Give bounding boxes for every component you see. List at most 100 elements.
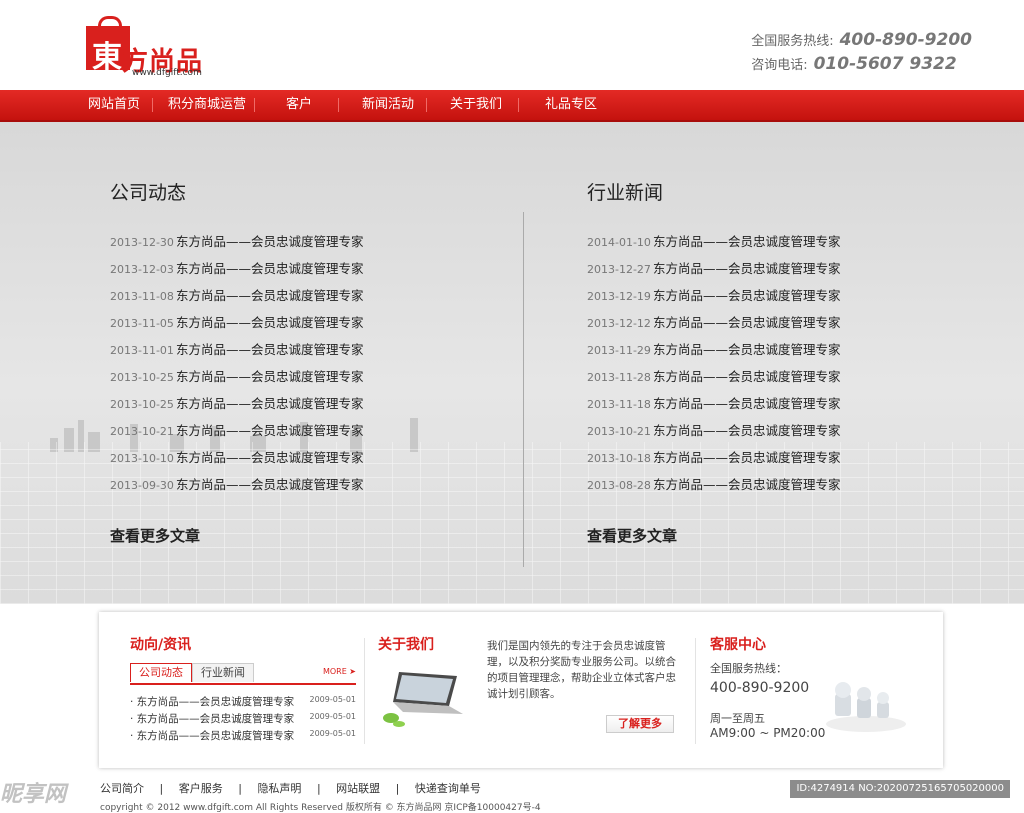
- laptop-icon: [383, 672, 463, 727]
- news-row[interactable]: 2013-11-05 东方尚品——会员忠诚度管理专家: [110, 315, 364, 342]
- footer-link-about[interactable]: 公司简介: [100, 782, 144, 795]
- mini-news-title[interactable]: · 东方尚品——会员忠诚度管理专家: [130, 713, 294, 725]
- service-figures-icon: [826, 682, 906, 732]
- company-more-link[interactable]: 查看更多文章: [110, 525, 200, 546]
- list-item[interactable]: · 东方尚品——会员忠诚度管理专家 2009-05-01: [130, 694, 356, 711]
- nav-item-clients[interactable]: 客户: [286, 90, 312, 120]
- news-row[interactable]: 2013-12-12 东方尚品——会员忠诚度管理专家: [587, 315, 841, 342]
- news-row[interactable]: 2013-08-28 东方尚品——会员忠诚度管理专家: [587, 477, 841, 504]
- news-row[interactable]: 2013-11-29 东方尚品——会员忠诚度管理专家: [587, 342, 841, 369]
- footer-separator: |: [238, 782, 242, 795]
- news-title[interactable]: 东方尚品——会员忠诚度管理专家: [653, 234, 841, 249]
- mini-news-title[interactable]: · 东方尚品——会员忠诚度管理专家: [130, 696, 294, 708]
- footer-separator: |: [159, 782, 164, 795]
- learn-more-button[interactable]: 了解更多: [606, 715, 674, 733]
- news-title[interactable]: 东方尚品——会员忠诚度管理专家: [176, 261, 364, 276]
- news-title[interactable]: 东方尚品——会员忠诚度管理专家: [176, 234, 364, 249]
- news-date: 2013-11-18: [587, 398, 651, 411]
- consult-number: 010-5607 9322: [813, 54, 957, 74]
- news-title[interactable]: 东方尚品——会员忠诚度管理专家: [176, 288, 364, 303]
- nav-item-about[interactable]: 关于我们: [450, 90, 502, 120]
- logo[interactable]: 東 方尚品 www.dfgift.com: [84, 16, 214, 80]
- news-title[interactable]: 东方尚品——会员忠诚度管理专家: [653, 450, 841, 465]
- news-row[interactable]: 2013-10-21 东方尚品——会员忠诚度管理专家: [587, 423, 841, 450]
- news-date: 2013-08-28: [587, 479, 651, 492]
- info-panel: 动向/资讯 公司动态 行业新闻 MORE ➤ · 东方尚品——会员忠诚度管理专家…: [99, 612, 943, 768]
- news-row[interactable]: 2013-11-01 东方尚品——会员忠诚度管理专家: [110, 342, 364, 369]
- news-date: 2013-12-12: [587, 317, 651, 330]
- news-title[interactable]: 东方尚品——会员忠诚度管理专家: [653, 288, 841, 303]
- news-title[interactable]: 东方尚品——会员忠诚度管理专家: [653, 261, 841, 276]
- list-item[interactable]: · 东方尚品——会员忠诚度管理专家 2009-05-01: [130, 728, 356, 745]
- news-row[interactable]: 2013-12-19 东方尚品——会员忠诚度管理专家: [587, 288, 841, 315]
- news-row[interactable]: 2013-12-03 东方尚品——会员忠诚度管理专家: [110, 261, 364, 288]
- nav-item-home[interactable]: 网站首页: [88, 90, 140, 120]
- news-title[interactable]: 东方尚品——会员忠诚度管理专家: [176, 369, 364, 384]
- news-panel-title: 动向/资讯: [130, 637, 192, 653]
- news-title[interactable]: 东方尚品——会员忠诚度管理专家: [653, 396, 841, 411]
- footer-links: 公司简介 | 客户服务 | 隐私声明 | 网站联盟 | 快递查询单号: [100, 780, 493, 796]
- watermark-id: ID:4274914 NO:20200725165705020000: [790, 780, 1010, 798]
- mini-news-title[interactable]: · 东方尚品——会员忠诚度管理专家: [130, 730, 294, 742]
- news-date: 2013-10-21: [587, 425, 651, 438]
- nav-item-points-mall[interactable]: 积分商城运营: [168, 90, 246, 120]
- news-row[interactable]: 2013-10-25 东方尚品——会员忠诚度管理专家: [110, 396, 364, 423]
- news-title[interactable]: 东方尚品——会员忠诚度管理专家: [653, 423, 841, 438]
- nav-separator: [254, 98, 255, 112]
- news-row[interactable]: 2013-11-18 东方尚品——会员忠诚度管理专家: [587, 396, 841, 423]
- news-date: 2013-12-03: [110, 263, 174, 276]
- consult-label: 咨询电话:: [751, 58, 808, 73]
- tab-industry-news[interactable]: 行业新闻: [192, 663, 254, 682]
- news-row[interactable]: 2013-10-21 东方尚品——会员忠诚度管理专家: [110, 423, 364, 450]
- news-row[interactable]: 2013-10-25 东方尚品——会员忠诚度管理专家: [110, 369, 364, 396]
- copyright: copyright © 2012 www.dfgift.com All Righ…: [100, 803, 541, 813]
- news-title[interactable]: 东方尚品——会员忠诚度管理专家: [653, 477, 841, 492]
- nav-separator: [152, 98, 153, 112]
- company-news-list: 2013-12-30 东方尚品——会员忠诚度管理专家 2013-12-03 东方尚品…: [110, 234, 364, 504]
- news-date: 2013-09-30: [110, 479, 174, 492]
- header: 東 方尚品 www.dfgift.com 全国服务热线: 400-890-9200…: [0, 0, 1024, 90]
- hotline-number: 400-890-9200: [839, 30, 972, 50]
- list-item[interactable]: · 东方尚品——会员忠诚度管理专家 2009-05-01: [130, 711, 356, 728]
- news-title[interactable]: 东方尚品——会员忠诚度管理专家: [176, 315, 364, 330]
- cs-hotline-number: 400-890-9200: [710, 680, 810, 696]
- news-date: 2013-12-30: [110, 236, 174, 249]
- tab-company-news[interactable]: 公司动态: [130, 663, 192, 682]
- nav-item-news[interactable]: 新闻活动: [362, 90, 414, 120]
- news-title[interactable]: 东方尚品——会员忠诚度管理专家: [176, 423, 364, 438]
- news-title[interactable]: 东方尚品——会员忠诚度管理专家: [176, 396, 364, 411]
- news-row[interactable]: 2014-01-10 东方尚品——会员忠诚度管理专家: [587, 234, 841, 261]
- news-row[interactable]: 2013-11-28 东方尚品——会员忠诚度管理专家: [587, 369, 841, 396]
- news-row[interactable]: 2013-10-10 东方尚品——会员忠诚度管理专家: [110, 450, 364, 477]
- cs-hotline-label: 全国服务热线：: [710, 662, 787, 675]
- news-date: 2013-10-25: [110, 398, 174, 411]
- news-date: 2013-10-21: [110, 425, 174, 438]
- news-row[interactable]: 2013-10-18 东方尚品——会员忠诚度管理专家: [587, 450, 841, 477]
- news-row[interactable]: 2013-09-30 东方尚品——会员忠诚度管理专家: [110, 477, 364, 504]
- news-title[interactable]: 东方尚品——会员忠诚度管理专家: [176, 342, 364, 357]
- news-title[interactable]: 东方尚品——会员忠诚度管理专家: [653, 315, 841, 330]
- news-title[interactable]: 东方尚品——会员忠诚度管理专家: [653, 369, 841, 384]
- news-date: 2013-11-28: [587, 371, 651, 384]
- industry-more-link[interactable]: 查看更多文章: [587, 525, 677, 546]
- nav-item-gifts[interactable]: 礼品专区: [545, 90, 597, 120]
- column-divider: [523, 212, 524, 567]
- news-date: 2013-11-08: [110, 290, 174, 303]
- news-title[interactable]: 东方尚品——会员忠诚度管理专家: [176, 450, 364, 465]
- footer-separator: |: [395, 782, 400, 795]
- news-title[interactable]: 东方尚品——会员忠诚度管理专家: [653, 342, 841, 357]
- news-row[interactable]: 2013-12-27 东方尚品——会员忠诚度管理专家: [587, 261, 841, 288]
- watermark-logo: 昵享网: [0, 782, 67, 807]
- footer-link-affiliate[interactable]: 网站联盟: [336, 782, 380, 795]
- main-nav: 网站首页 积分商城运营 客户 新闻活动 关于我们 礼品专区: [0, 90, 1024, 122]
- footer-link-tracking[interactable]: 快递查询单号: [415, 782, 481, 795]
- more-button[interactable]: MORE ➤: [323, 667, 356, 676]
- footer-link-service[interactable]: 客户服务: [179, 782, 223, 795]
- news-date: 2013-10-25: [110, 371, 174, 384]
- footer-link-privacy[interactable]: 隐私声明: [257, 782, 301, 795]
- news-row[interactable]: 2013-12-30 东方尚品——会员忠诚度管理专家: [110, 234, 364, 261]
- news-title[interactable]: 东方尚品——会员忠诚度管理专家: [176, 477, 364, 492]
- news-row[interactable]: 2013-11-08 东方尚品——会员忠诚度管理专家: [110, 288, 364, 315]
- news-date: 2013-10-18: [587, 452, 651, 465]
- logo-url: www.dfgift.com: [132, 68, 202, 78]
